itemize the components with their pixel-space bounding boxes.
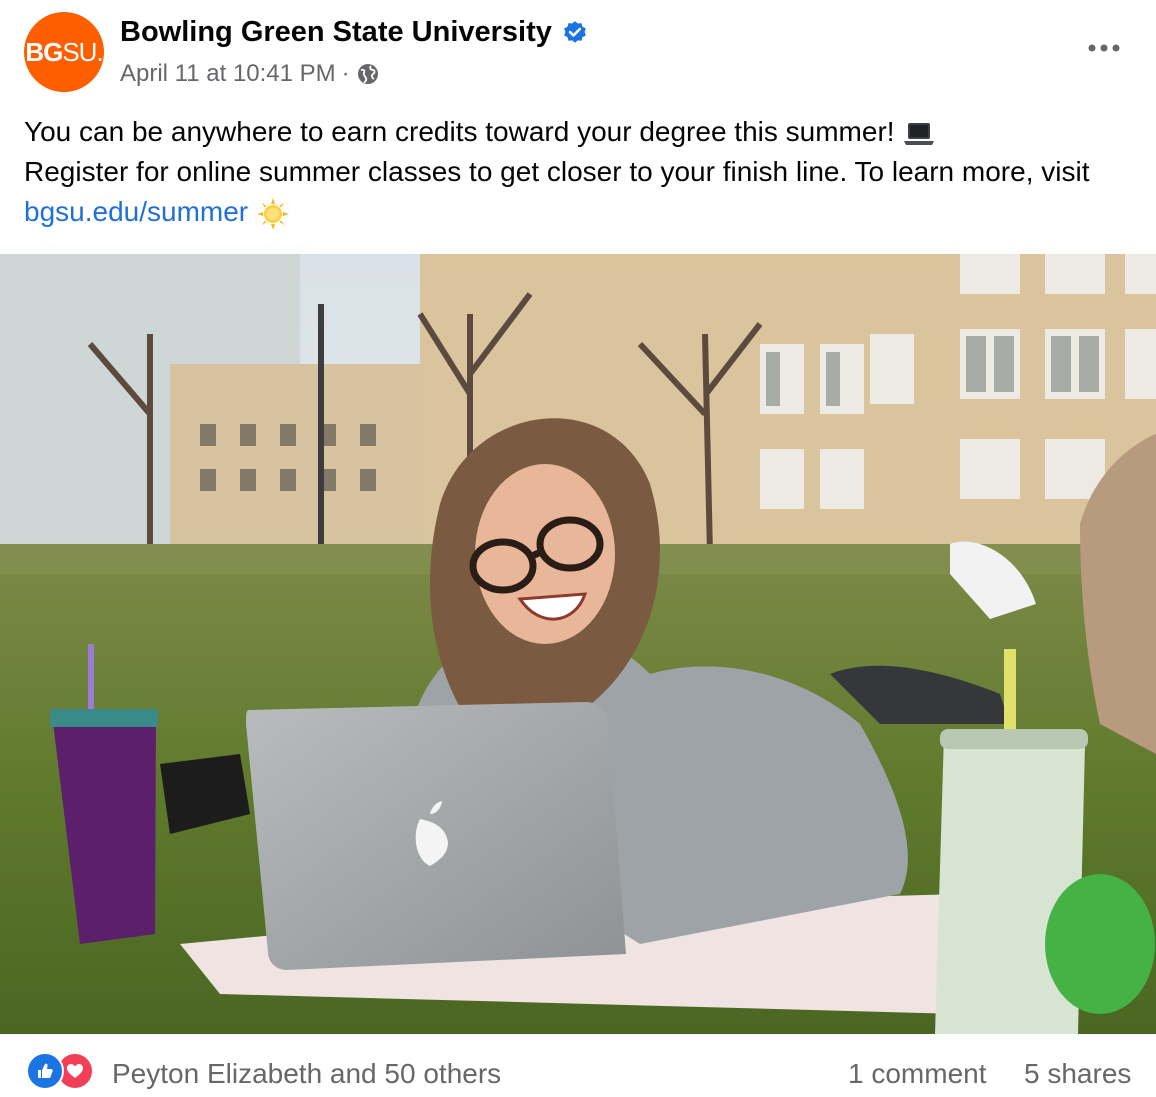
more-options-icon[interactable] [1084,36,1124,60]
avatar-logo-thin: SU [62,36,97,67]
post-text-line2: Register for online summer classes to ge… [24,156,1090,187]
meta-separator: · [341,60,350,87]
post-text-line1: You can be anywhere to earn credits towa… [24,116,895,147]
globe-icon[interactable] [356,62,380,86]
shares-count[interactable]: 5 shares [1024,1058,1131,1090]
verified-badge-icon [564,20,586,43]
page-name[interactable]: Bowling Green State University [120,16,552,49]
reaction-icons[interactable] [26,1052,94,1090]
page-name-row: Bowling Green State University [120,16,588,49]
post-header: BG SU. Bowling Green State University Apr… [0,0,1156,110]
post-meta: April 11 at 10:41 PM · [120,60,380,88]
avatar-logo-dot: . [96,36,103,67]
post-footer: Peyton Elizabeth and 50 others 1 comment… [0,1034,1156,1097]
laptop-emoji-icon [904,122,935,145]
like-reaction-icon [26,1052,64,1090]
post-message: You can be anywhere to earn credits towa… [24,112,1144,232]
post-photo[interactable] [0,254,1156,1034]
sun-emoji-icon [256,197,289,230]
avatar-logo-bold: BG [25,36,63,67]
post-link[interactable]: bgsu.edu/summer [24,196,248,227]
campus-photo-illustration [0,254,1156,1034]
post-timestamp[interactable]: April 11 at 10:41 PM [120,60,336,88]
comments-count[interactable]: 1 comment [848,1058,987,1090]
reactions-summary[interactable]: Peyton Elizabeth and 50 others [112,1058,501,1090]
page-avatar[interactable]: BG SU. [24,12,104,92]
